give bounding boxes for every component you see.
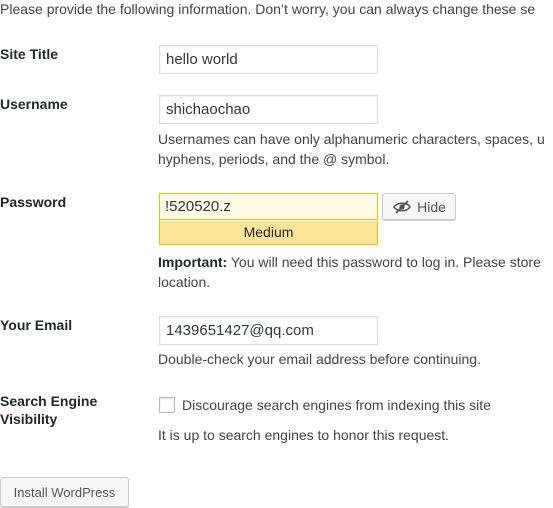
username-help-line1: Usernames can have only alphanumeric cha… (158, 131, 545, 147)
important-text: You will need this password to log in. P… (227, 254, 541, 270)
username-help-line2: hyphens, periods, and the @ symbol. (158, 151, 390, 167)
eye-slash-icon (392, 199, 412, 215)
username-input[interactable]: shichaochao (159, 95, 378, 124)
search-engine-label-line2: Visibility (0, 411, 58, 427)
install-form-page: Please provide the following information… (0, 0, 553, 508)
email-help: Double-check your email address before c… (158, 351, 481, 367)
email-label: Your Email (0, 317, 73, 333)
site-title-input[interactable]: hello world (159, 45, 378, 74)
username-label: Username (0, 96, 68, 112)
password-important-line1: Important: You will need this password t… (158, 252, 541, 273)
search-engine-label-line1: Search Engine (0, 393, 98, 409)
email-input[interactable]: 1439651427@qq.com (159, 316, 378, 345)
hide-button-label: Hide (417, 198, 446, 215)
search-engine-help: It is up to search engines to honor this… (158, 427, 450, 443)
important-label: Important: (158, 254, 228, 270)
discourage-search-engines-label[interactable]: Discourage search engines from indexing … (182, 396, 491, 414)
password-strength-meter: Medium (160, 221, 377, 244)
hide-password-button[interactable]: Hide (382, 193, 456, 220)
password-field-wrap: !520520.z Medium (159, 193, 378, 245)
password-label: Password (0, 194, 67, 210)
site-title-label: Site Title (0, 46, 59, 62)
password-important-line2: location. (158, 274, 211, 290)
install-wordpress-button[interactable]: Install WordPress (0, 477, 129, 507)
discourage-search-engines-checkbox[interactable] (159, 397, 175, 413)
password-input[interactable]: !520520.z (160, 194, 377, 220)
intro-text: Please provide the following information… (0, 1, 536, 17)
